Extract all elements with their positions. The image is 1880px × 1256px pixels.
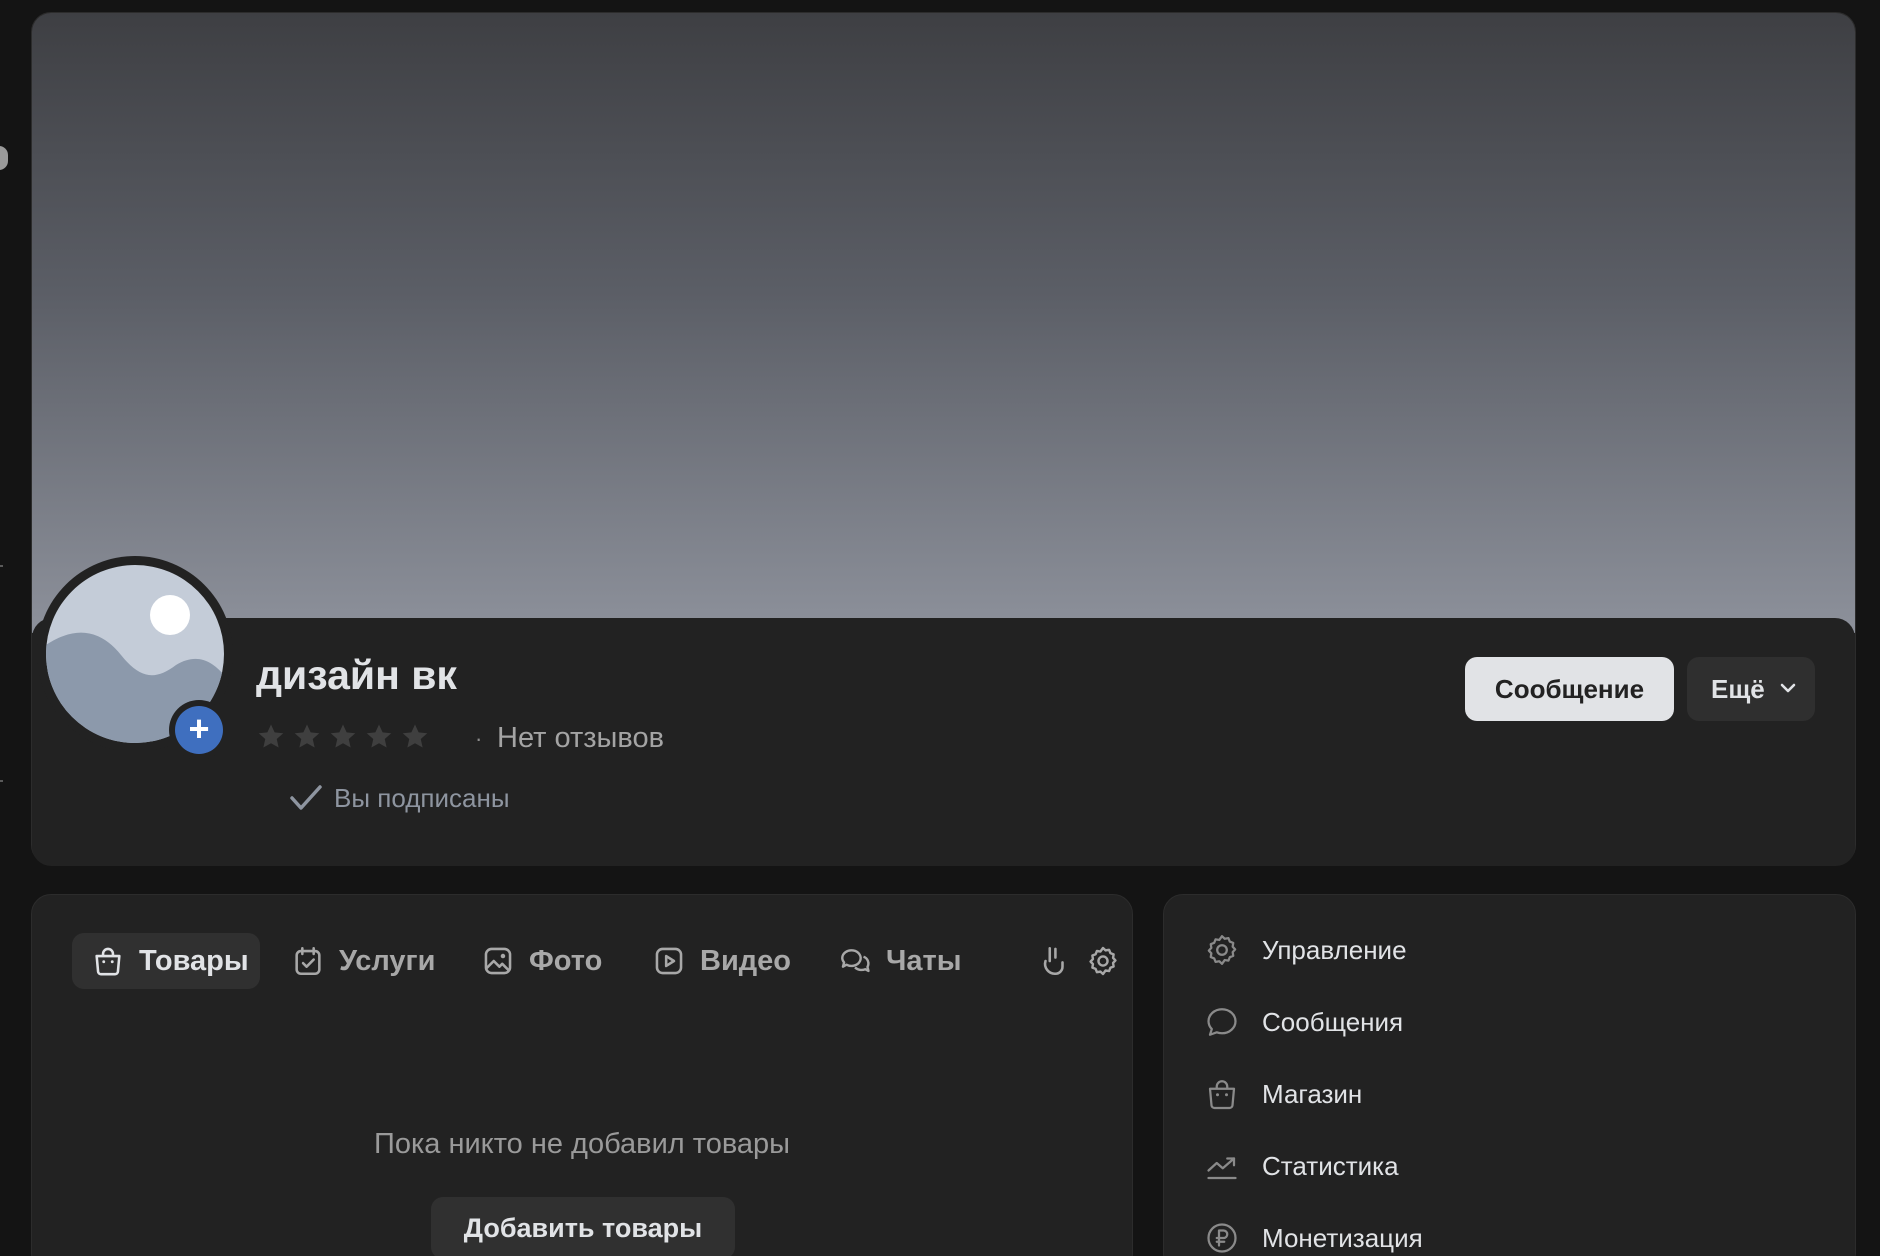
content-card: Товары Услуги Фото Видео Чаты Пока никто… (31, 894, 1133, 1256)
empty-state-text: Пока никто не добавил товары (373, 1128, 791, 1160)
gear-icon (1207, 935, 1237, 965)
bag-icon (95, 947, 121, 976)
menu-item-shop[interactable]: Магазин (1204, 1069, 1362, 1119)
tabs-settings-button[interactable] (1086, 933, 1120, 989)
menu-item-management[interactable]: Управление (1204, 925, 1407, 975)
add-goods-button[interactable]: Добавить товары (431, 1197, 735, 1256)
menu-item-monetization[interactable]: Монетизация (1204, 1213, 1423, 1256)
plus-icon: + (175, 706, 223, 754)
tab-label: Видео (700, 944, 792, 977)
bag-icon (1208, 1080, 1236, 1110)
menu-item-label: Управление (1262, 934, 1407, 965)
tab-video[interactable]: Видео (652, 933, 791, 989)
gear-icon (1089, 946, 1117, 976)
tab-services[interactable]: Услуги (291, 933, 435, 989)
menu-item-label: Монетизация (1262, 1222, 1423, 1253)
tab-label: Товары (139, 944, 249, 977)
chats-icon (841, 949, 870, 973)
edge-tick (0, 565, 3, 567)
tab-label: Чаты (886, 944, 962, 977)
message-button[interactable]: Сообщение (1465, 657, 1674, 721)
rating-stars[interactable] (256, 722, 430, 752)
rating-separator: · (475, 726, 483, 751)
message-bubble-icon (1207, 1008, 1237, 1036)
star-icon (258, 724, 284, 748)
cover-image[interactable] (32, 13, 1855, 633)
edge-tick (0, 780, 3, 782)
reviews-link[interactable]: Нет отзывов (497, 722, 664, 755)
tab-photos[interactable]: Фото (481, 933, 602, 989)
menu-item-label: Сообщения (1262, 1006, 1404, 1037)
play-icon (655, 947, 683, 975)
add-avatar-button[interactable]: + (169, 700, 229, 760)
side-scroll-handle[interactable] (0, 146, 8, 170)
menu-item-statistics[interactable]: Статистика (1204, 1141, 1399, 1191)
menu-item-label: Статистика (1262, 1150, 1399, 1181)
tab-chats[interactable]: Чаты (838, 933, 961, 989)
check-icon (290, 785, 322, 810)
calendar-check-icon (295, 946, 321, 976)
page: + дизайн вк · Нет отзывов Вы подписаны С… (0, 0, 1880, 1256)
tab-goods[interactable]: Товары (72, 933, 260, 989)
chevron-down-icon (1780, 683, 1796, 693)
image-icon (484, 947, 512, 975)
community-name: дизайн вк (256, 652, 457, 698)
tab-label: Фото (529, 944, 603, 977)
more-button[interactable]: Ещё (1687, 657, 1815, 721)
ruble-coin-icon (1207, 1223, 1237, 1253)
trend-chart-icon (1207, 1157, 1237, 1180)
star-icon (366, 724, 392, 748)
star-icon (294, 724, 320, 748)
star-icon (402, 724, 428, 748)
gesture-hand-icon (1043, 946, 1064, 976)
more-button-label: Ещё (1711, 674, 1765, 704)
menu-item-label: Магазин (1262, 1078, 1363, 1109)
menu-item-messages[interactable]: Сообщения (1204, 997, 1403, 1047)
star-icon (330, 724, 356, 748)
management-menu: Управление Сообщения Магазин Статистика (1163, 894, 1856, 1256)
subscription-status[interactable]: Вы подписаны (334, 783, 510, 814)
tab-label: Услуги (339, 944, 436, 977)
tab-more-hand[interactable] (1037, 933, 1071, 989)
